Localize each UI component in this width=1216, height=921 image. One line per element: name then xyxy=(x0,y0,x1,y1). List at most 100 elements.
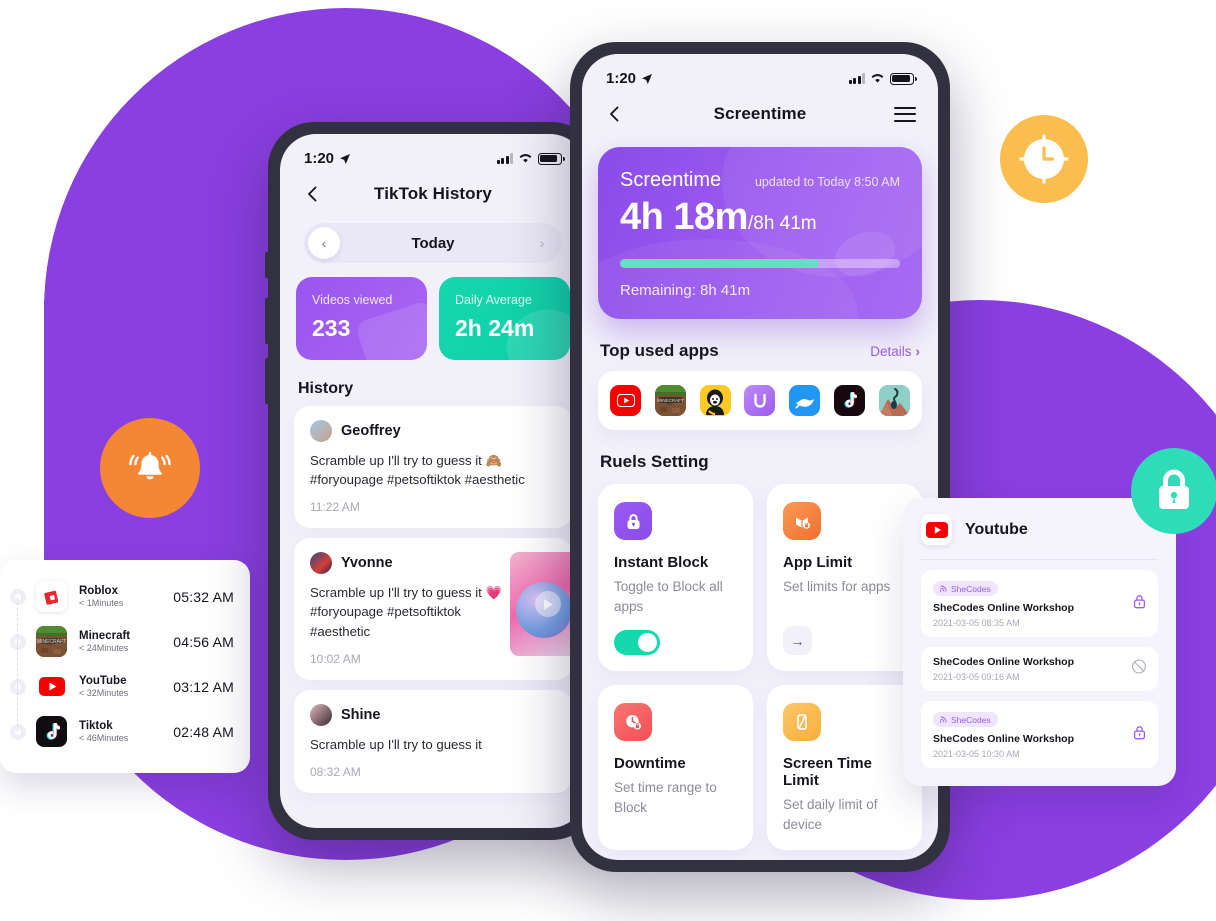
page-title: Screentime xyxy=(713,104,807,123)
u-app-icon[interactable] xyxy=(744,385,776,416)
history-item-header: Shine xyxy=(310,703,556,726)
chevron-left-icon[interactable] xyxy=(302,183,324,205)
summary-duration: 4h 18m/8h 41m xyxy=(620,196,900,239)
app-limit-icon xyxy=(783,502,821,540)
chevron-left-icon[interactable] xyxy=(604,103,626,125)
details-label: Details xyxy=(870,343,912,359)
avatar xyxy=(310,552,332,575)
prev-day-button[interactable]: ‹ xyxy=(308,227,340,259)
history-user-name: Yvonne xyxy=(341,555,393,572)
youtube-activity-card: Youtube SheCodes SheCodes Online Worksho… xyxy=(903,498,1176,786)
status-bar: 1:20 xyxy=(582,54,938,91)
rule-card-app-limit[interactable]: App Limit Set limits for apps → xyxy=(767,484,922,672)
blocked-icon[interactable] xyxy=(1131,659,1147,680)
rule-description: Set daily limit of device xyxy=(783,797,878,832)
rule-title: Screen Time Limit xyxy=(783,755,872,790)
app-name: Tiktok xyxy=(79,720,113,732)
avatar xyxy=(310,420,332,442)
bird-app-icon[interactable] xyxy=(789,385,821,416)
lock-icon xyxy=(1159,469,1189,509)
video-thumbnail[interactable] xyxy=(510,552,572,657)
summary-label: Screentime xyxy=(620,169,722,191)
youtube-icon[interactable] xyxy=(610,385,641,416)
list-item-text: Minecraft < 24Minutes xyxy=(79,630,173,653)
wifi-icon xyxy=(871,74,884,83)
history-item[interactable]: Yvonne Scramble up I'll try to guess it … xyxy=(294,538,572,680)
history-caption: Scramble up I'll try to guess it 💗 #fory… xyxy=(310,585,502,639)
lock-icon[interactable] xyxy=(1132,724,1147,745)
youtube-icon xyxy=(921,514,952,545)
history-user-name: Shine xyxy=(341,706,381,723)
adventure-game-icon[interactable] xyxy=(878,385,910,416)
cellular-signal-icon xyxy=(496,153,513,164)
stat-card-daily-average[interactable]: Daily Average 2h 24m xyxy=(439,277,570,360)
rule-card-downtime[interactable]: Downtime Set time range to Block xyxy=(598,685,753,851)
timeline-dot xyxy=(10,633,26,650)
lock-icon[interactable] xyxy=(1132,593,1147,614)
rule-control: → xyxy=(783,612,906,656)
tiktok-icon[interactable] xyxy=(834,385,866,416)
day-label: Today xyxy=(411,234,455,252)
instant-block-toggle[interactable] xyxy=(614,630,660,656)
lock-badge[interactable] xyxy=(1131,448,1216,534)
progress-bar-fill xyxy=(620,259,819,268)
clock-badge[interactable] xyxy=(1000,115,1088,203)
channel-tag: SheCodes xyxy=(933,581,998,596)
timeline-dot xyxy=(10,678,26,695)
app-duration: < 24Minutes xyxy=(79,643,129,653)
youtube-activity-item[interactable]: SheCodes SheCodes Online Workshop 2021-0… xyxy=(921,701,1158,768)
timeline-connector xyxy=(17,642,18,687)
app-name: YouTube xyxy=(79,675,127,687)
phone-screentime: 1:20 Screentime Screentime updated to To… xyxy=(570,42,950,872)
app-duration: < 32Minutes xyxy=(79,688,129,698)
history-item-header: Geoffrey xyxy=(310,420,556,442)
app-limit-arrow-button[interactable]: → xyxy=(783,626,812,656)
details-link[interactable]: Details › xyxy=(870,344,920,359)
notification-bell-badge[interactable] xyxy=(100,418,200,518)
youtube-icon xyxy=(36,671,67,702)
app-name: Roblox xyxy=(79,585,118,597)
bell-icon xyxy=(129,451,171,480)
youtube-activity-item[interactable]: SheCodes Online Workshop 2021-03-05 09:1… xyxy=(921,647,1158,691)
phone-icon xyxy=(783,703,821,742)
rule-description: Set time range to Block xyxy=(614,780,717,815)
app-time: 05:32 AM xyxy=(173,588,234,605)
list-item-text: Tiktok < 46Minutes xyxy=(79,720,173,743)
tiktok-icon xyxy=(36,716,67,747)
list-item[interactable]: MINECRAFT Minecraft < 24Minutes 04:56 AM xyxy=(10,597,234,664)
history-caption: Scramble up I'll try to guess it 🙈#foryo… xyxy=(310,453,525,488)
nav-bar: Screentime xyxy=(582,91,938,131)
history-item[interactable]: Geoffrey Scramble up I'll try to guess i… xyxy=(294,406,572,529)
chevron-right-icon: › xyxy=(915,343,921,359)
minecraft-icon: MINECRAFT xyxy=(36,626,67,657)
location-arrow-icon xyxy=(340,153,351,164)
hamburger-menu-icon[interactable] xyxy=(894,106,916,122)
status-right xyxy=(848,72,917,85)
battery-icon xyxy=(890,72,917,85)
play-icon[interactable] xyxy=(535,591,561,618)
timeline-connector xyxy=(17,687,18,732)
minecraft-icon[interactable]: MINECRAFT xyxy=(654,385,686,416)
stat-card-videos-viewed[interactable]: Videos viewed 233 xyxy=(296,277,427,360)
list-item[interactable]: Roblox < 1Minutes 05:32 AM xyxy=(10,574,234,619)
list-item[interactable]: Tiktok < 46Minutes 02:48 AM xyxy=(10,687,234,754)
activity-name: SheCodes Online Workshop xyxy=(933,733,1074,745)
rule-card-instant-block[interactable]: Instant Block Toggle to Block all apps xyxy=(598,484,753,672)
list-item-text: Roblox < 1Minutes xyxy=(79,585,173,608)
summary-header: Screentime updated to Today 8:50 AM xyxy=(620,169,900,192)
next-day-button[interactable]: › xyxy=(526,227,558,259)
history-item[interactable]: Shine Scramble up I'll try to guess it 0… xyxy=(294,689,572,793)
screentime-summary-card: Screentime updated to Today 8:50 AM 4h 1… xyxy=(598,147,922,319)
wifi-icon xyxy=(519,154,532,163)
rule-title: Instant Block xyxy=(614,554,709,571)
youtube-activity-item[interactable]: SheCodes SheCodes Online Workshop 2021-0… xyxy=(921,570,1158,637)
app-duration: < 46Minutes xyxy=(79,733,129,743)
list-item[interactable]: YouTube < 32Minutes 03:12 AM xyxy=(10,642,234,709)
activity-name: SheCodes Online Workshop xyxy=(933,656,1074,668)
rule-card-screen-time-limit[interactable]: Screen Time Limit Set daily limit of dev… xyxy=(767,685,922,851)
clock-lock-icon xyxy=(614,703,652,742)
status-time: 1:20 xyxy=(606,70,637,87)
section-title: Top used apps xyxy=(600,341,719,360)
rule-title: App Limit xyxy=(783,554,853,571)
gorilla-game-icon[interactable] xyxy=(699,385,731,416)
